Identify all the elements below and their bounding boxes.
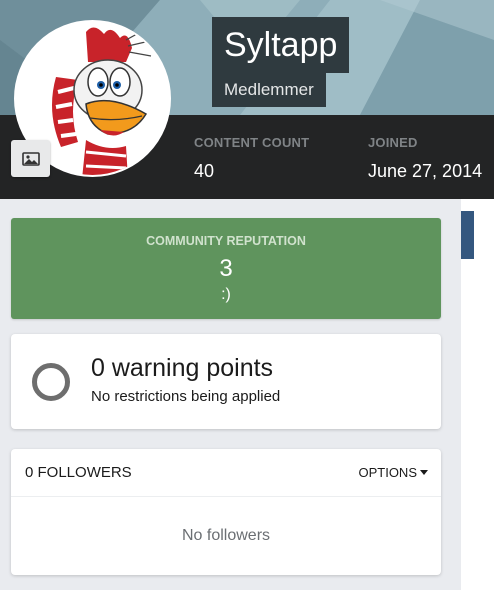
- warning-subtitle: No restrictions being applied: [91, 388, 281, 405]
- warning-ring-icon: [32, 363, 70, 401]
- reputation-text: :): [221, 286, 231, 303]
- reputation-card: COMMUNITY REPUTATION 3 :): [11, 218, 441, 319]
- stat-content-count-value: 40: [194, 161, 215, 181]
- followers-options-button[interactable]: OPTIONS: [358, 465, 428, 480]
- followers-empty-text: No followers: [181, 527, 271, 544]
- stat-content-count-label: CONTENT COUNT: [194, 135, 310, 150]
- cover-photo-button[interactable]: [11, 140, 50, 177]
- warning-card: 0 warning points No restrictions being a…: [11, 334, 441, 429]
- reputation-label: COMMUNITY REPUTATION: [146, 234, 306, 248]
- stat-joined-value: June 27, 2014: [368, 161, 483, 181]
- followers-card: 0 FOLLOWERS OPTIONS No followers: [11, 449, 441, 575]
- followers-divider: [11, 496, 441, 497]
- content-accent-bar: [461, 211, 474, 259]
- profile-username: Syltapp: [212, 17, 350, 73]
- profile-group: Medlemmer: [212, 73, 326, 107]
- reputation-value: 3: [219, 255, 233, 282]
- followers-options-label: OPTIONS: [358, 465, 417, 480]
- warning-title: 0 warning points: [91, 354, 274, 382]
- followers-count: 0 FOLLOWERS: [25, 464, 132, 481]
- stat-content-count: CONTENT COUNT 40: [194, 135, 309, 182]
- image-icon: [21, 151, 40, 166]
- stat-joined: JOINED June 27, 2014: [368, 135, 482, 182]
- main-content-column: [461, 199, 494, 590]
- caret-down-icon: [420, 470, 428, 476]
- stat-joined-label: JOINED: [368, 135, 418, 150]
